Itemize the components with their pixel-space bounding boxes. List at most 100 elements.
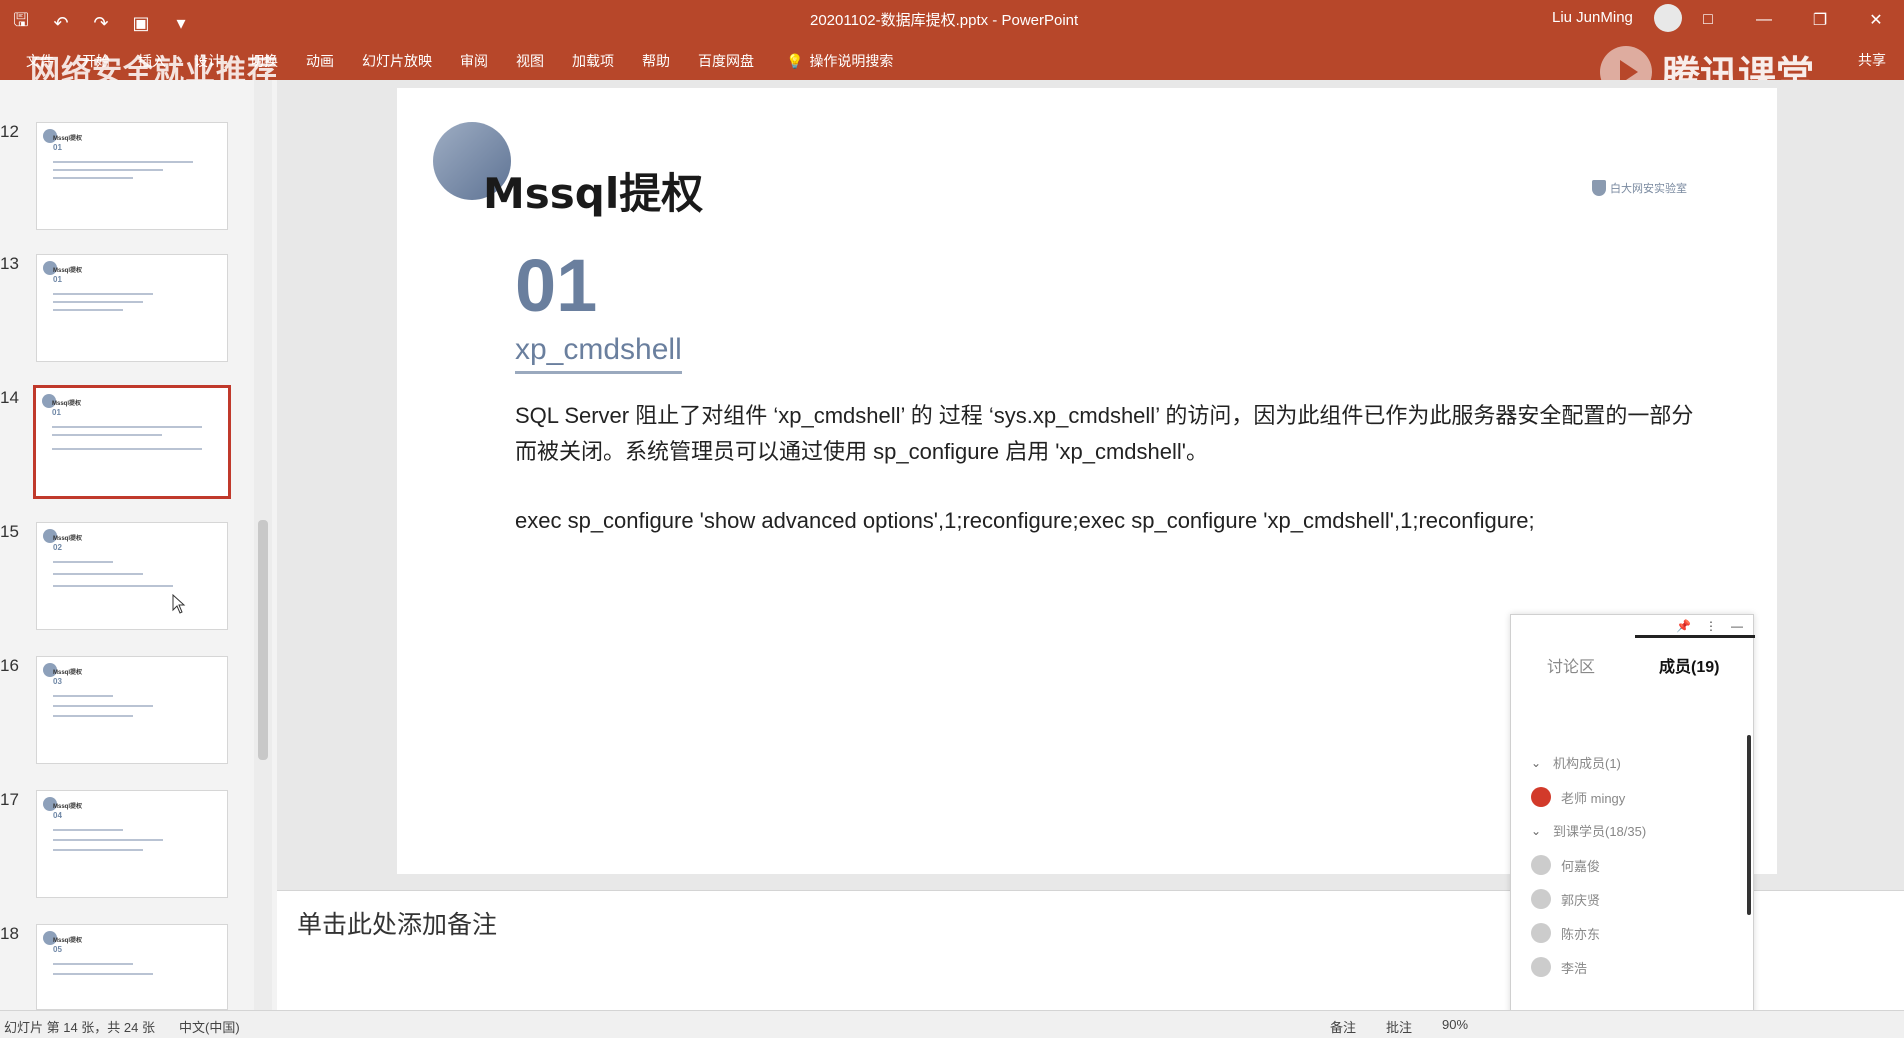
- list-item[interactable]: 老师 mingy: [1531, 787, 1625, 807]
- member-name: 李浩: [1561, 960, 1588, 976]
- restore-icon[interactable]: ❐: [1792, 0, 1848, 40]
- window-controls: □ — ❐ ✕: [1680, 0, 1904, 40]
- status-bar: 幻灯片 第 14 张，共 24 张 中文(中国) 备注 批注 90%: [0, 1010, 1904, 1038]
- thumb-section: 02: [53, 543, 62, 552]
- thumbnail-row[interactable]: 17 Mssql提权 04: [0, 790, 260, 900]
- slide-thumbnail[interactable]: Mssql提权 05: [36, 924, 228, 1010]
- slide-paragraph[interactable]: SQL Server 阻止了对组件 ‘xp_cmdshell’ 的 过程 ‘sy…: [515, 398, 1715, 470]
- list-item[interactable]: 李浩: [1531, 957, 1587, 977]
- slide-number: 13: [0, 254, 19, 273]
- group-students[interactable]: ⌄ 到课学员(18/35): [1531, 821, 1646, 840]
- tab-file[interactable]: 文件: [12, 50, 68, 72]
- list-item[interactable]: 陈亦东: [1531, 923, 1600, 943]
- minimize-icon[interactable]: —: [1731, 619, 1743, 633]
- more-icon[interactable]: ⋮: [1705, 619, 1717, 633]
- shield-icon: [1592, 180, 1606, 196]
- scrollbar-thumb[interactable]: [258, 520, 268, 760]
- thumbnail-scrollbar[interactable]: [254, 80, 272, 1010]
- notes-toggle-button[interactable]: 备注: [1330, 1017, 1356, 1036]
- tab-baidu[interactable]: 百度网盘: [684, 50, 768, 72]
- tab-home[interactable]: 开始: [68, 50, 124, 72]
- avatar: [1531, 787, 1551, 807]
- tab-members[interactable]: 成员(19): [1659, 653, 1719, 677]
- ribbon-tabs: 文件 开始 插入 设计 切换 动画 幻灯片放映 审阅 视图 加载项 帮助 百度网…: [0, 40, 1904, 80]
- thumbnail-row[interactable]: 16 Mssql提权 03: [0, 656, 260, 766]
- slide-thumbnail[interactable]: Mssql提权 01: [36, 254, 228, 362]
- pin-icon[interactable]: 📌: [1676, 619, 1691, 633]
- minimize-icon[interactable]: —: [1736, 0, 1792, 40]
- thumb-section: 01: [53, 143, 62, 152]
- member-name: 陈亦东: [1561, 926, 1601, 942]
- thumbnail-row[interactable]: 13 Mssql提权 01: [0, 254, 260, 364]
- user-name[interactable]: Liu JunMing: [1552, 9, 1633, 26]
- tab-design[interactable]: 设计: [180, 50, 236, 72]
- tell-me-search[interactable]: 💡 操作说明搜索: [768, 50, 907, 72]
- undo-icon[interactable]: ↶: [50, 13, 72, 34]
- chat-panel-controls: 📌 ⋮ —: [1676, 619, 1743, 633]
- member-name: 老师 mingy: [1561, 790, 1626, 806]
- tab-view[interactable]: 视图: [502, 50, 558, 72]
- slide-thumbnail-pane: 12 Mssql提权 01 13 Mssql提权 01 14 Mssql提权 0…: [0, 80, 272, 1010]
- thumb-section: 01: [52, 408, 61, 417]
- active-tab-indicator: [1635, 635, 1755, 638]
- slide-thumbnail[interactable]: Mssql提权 02: [36, 522, 228, 630]
- tab-insert[interactable]: 插入: [124, 50, 180, 72]
- slide-number: 12: [0, 122, 19, 141]
- lab-logo: 白大网安实验室: [1592, 180, 1687, 196]
- ribbon-display-icon[interactable]: □: [1680, 0, 1736, 40]
- chevron-down-icon: ⌄: [1531, 823, 1542, 838]
- tab-animations[interactable]: 动画: [292, 50, 348, 72]
- tab-slideshow[interactable]: 幻灯片放映: [348, 50, 446, 72]
- tab-discussion[interactable]: 讨论区: [1547, 653, 1595, 677]
- zoom-level[interactable]: 90%: [1442, 1017, 1468, 1036]
- list-item[interactable]: 郭庆贤: [1531, 889, 1600, 909]
- avatar: [1531, 855, 1551, 875]
- present-icon[interactable]: ▣: [130, 13, 152, 34]
- thumb-section: 03: [53, 677, 62, 686]
- close-icon[interactable]: ✕: [1848, 0, 1904, 40]
- avatar[interactable]: [1654, 4, 1682, 32]
- slide-number: 18: [0, 924, 19, 943]
- tab-review[interactable]: 审阅: [446, 50, 502, 72]
- avatar: [1531, 957, 1551, 977]
- list-item[interactable]: 何嘉俊: [1531, 855, 1600, 875]
- thumbnail-row[interactable]: 14 Mssql提权 01: [0, 385, 260, 499]
- mouse-cursor-icon: [172, 594, 186, 614]
- thumb-section: 04: [53, 811, 62, 820]
- slide-thumbnail-selected[interactable]: Mssql提权 01: [33, 385, 231, 499]
- slide-title[interactable]: Mssql提权: [483, 160, 703, 221]
- tab-help[interactable]: 帮助: [628, 50, 684, 72]
- member-name: 何嘉俊: [1561, 858, 1601, 874]
- share-button[interactable]: 共享: [1858, 50, 1886, 70]
- tab-addins[interactable]: 加载项: [558, 50, 628, 72]
- redo-icon[interactable]: ↷: [90, 13, 112, 34]
- thumb-section: 05: [53, 945, 62, 954]
- classroom-chat-panel: 📌 ⋮ — 讨论区 成员(19) ⌄ 机构成员(1) 老师 mingy ⌄ 到课…: [1510, 614, 1755, 1038]
- save-icon[interactable]: 🖫: [10, 8, 32, 38]
- slide-thumbnail[interactable]: Mssql提权 03: [36, 656, 228, 764]
- quick-access-toolbar: 🖫 ↶ ↷ ▣ ▾: [10, 8, 192, 38]
- thumbnail-row[interactable]: 15 Mssql提权 02: [0, 522, 260, 632]
- section-number[interactable]: 01: [515, 243, 597, 328]
- tab-transitions[interactable]: 切换: [236, 50, 292, 72]
- slide-counter: 幻灯片 第 14 张，共 24 张: [4, 1020, 155, 1035]
- thumb-section: 01: [53, 275, 62, 284]
- language-indicator[interactable]: 中文(中国): [179, 1017, 240, 1036]
- group-label: 机构成员(1): [1553, 756, 1621, 771]
- slide-number: 14: [0, 388, 19, 407]
- slide-thumbnail[interactable]: Mssql提权 01: [36, 122, 228, 230]
- powerpoint-window: 🖫 ↶ ↷ ▣ ▾ 20201102-数据库提权.pptx - PowerPoi…: [0, 0, 1904, 1038]
- avatar: [1531, 923, 1551, 943]
- group-org-members[interactable]: ⌄ 机构成员(1): [1531, 753, 1621, 772]
- section-name[interactable]: xp_cmdshell: [515, 333, 682, 374]
- chevron-down-icon: ⌄: [1531, 755, 1542, 770]
- chat-scrollbar[interactable]: [1747, 735, 1751, 915]
- tell-me-label: 操作说明搜索: [809, 53, 894, 69]
- slide-command[interactable]: exec sp_configure 'show advanced options…: [515, 508, 1535, 534]
- slide-thumbnail[interactable]: Mssql提权 04: [36, 790, 228, 898]
- thumbnail-row[interactable]: 12 Mssql提权 01: [0, 122, 260, 232]
- avatar: [1531, 889, 1551, 909]
- comments-button[interactable]: 批注: [1386, 1017, 1412, 1036]
- customize-icon[interactable]: ▾: [170, 13, 192, 34]
- notes-placeholder[interactable]: 单击此处添加备注: [297, 905, 497, 941]
